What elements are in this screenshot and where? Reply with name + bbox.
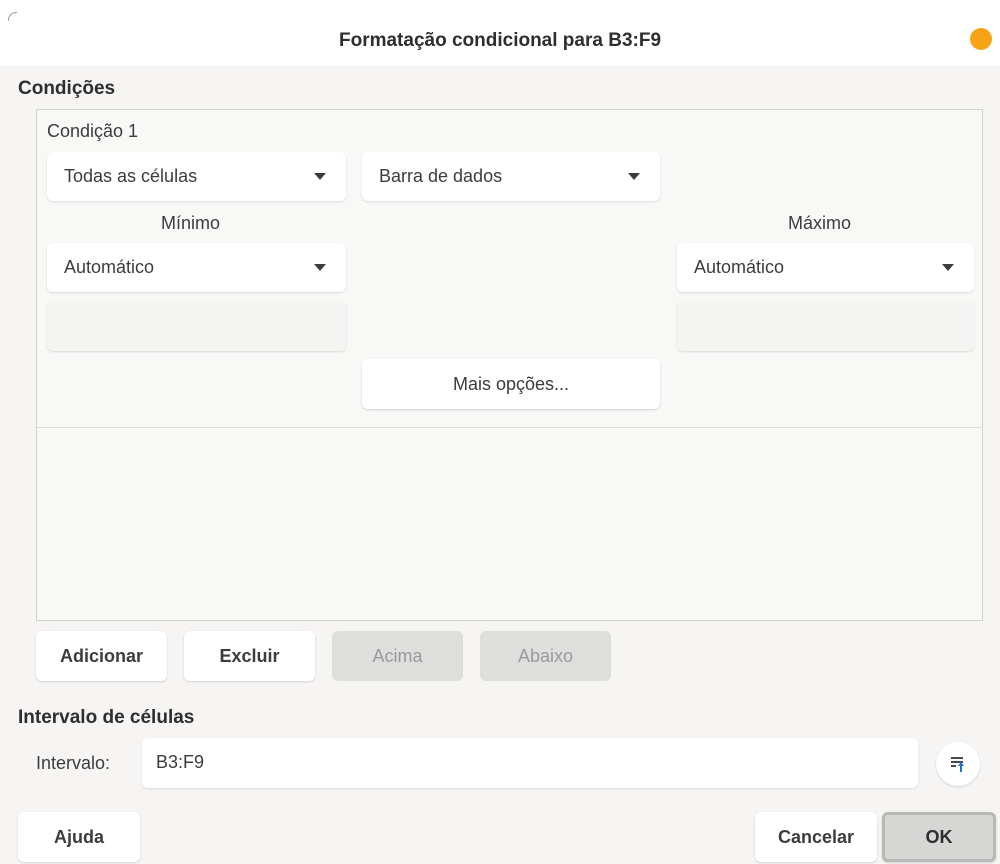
condition-divider [37, 427, 982, 428]
chevron-down-icon [314, 173, 326, 180]
dialog-title: Formatação condicional para B3:F9 [338, 30, 662, 51]
maximum-type-value: Automático [694, 257, 785, 277]
maximum-type-dropdown[interactable]: Automático [677, 243, 974, 292]
minimum-label: Mínimo [161, 213, 221, 233]
chevron-down-icon [942, 264, 954, 271]
chevron-down-icon [628, 173, 640, 180]
condition-title: Condição 1 [47, 121, 139, 141]
chevron-down-icon [314, 264, 326, 271]
shrink-range-icon [951, 757, 964, 772]
cell-range-section-label: Intervalo de células [18, 707, 195, 728]
title-bar: Formatação condicional para B3:F9 [0, 0, 1000, 66]
minimum-value-field[interactable] [47, 301, 346, 351]
applies-to-dropdown[interactable]: Todas as células [47, 152, 346, 201]
conditional-formatting-dialog: Formatação condicional para B3:F9 Condiç… [0, 0, 1000, 864]
more-options-button[interactable]: Mais opções... [362, 359, 660, 409]
move-up-button[interactable]: Acima [332, 631, 463, 681]
range-label: Intervalo: [36, 753, 111, 773]
minimum-type-dropdown[interactable]: Automático [47, 243, 346, 292]
window-corner-icon [8, 12, 17, 21]
style-value: Barra de dados [379, 166, 503, 186]
style-dropdown[interactable]: Barra de dados [362, 152, 660, 201]
range-input[interactable]: B3:F9 [142, 738, 918, 788]
maximum-label: Máximo [788, 213, 852, 233]
cancel-button[interactable]: Cancelar [755, 812, 877, 862]
range-value: B3:F9 [156, 752, 205, 772]
minimum-type-value: Automático [64, 257, 155, 277]
move-down-button[interactable]: Abaixo [480, 631, 611, 681]
ok-button[interactable]: OK [882, 812, 996, 862]
help-button[interactable]: Ajuda [18, 812, 140, 862]
close-window-button[interactable] [970, 28, 992, 50]
applies-to-value: Todas as células [64, 166, 198, 186]
shrink-range-button[interactable] [936, 742, 980, 786]
maximum-value-field[interactable] [677, 301, 974, 351]
conditions-section-label: Condições [18, 78, 116, 99]
add-button[interactable]: Adicionar [36, 631, 167, 681]
delete-button[interactable]: Excluir [184, 631, 315, 681]
